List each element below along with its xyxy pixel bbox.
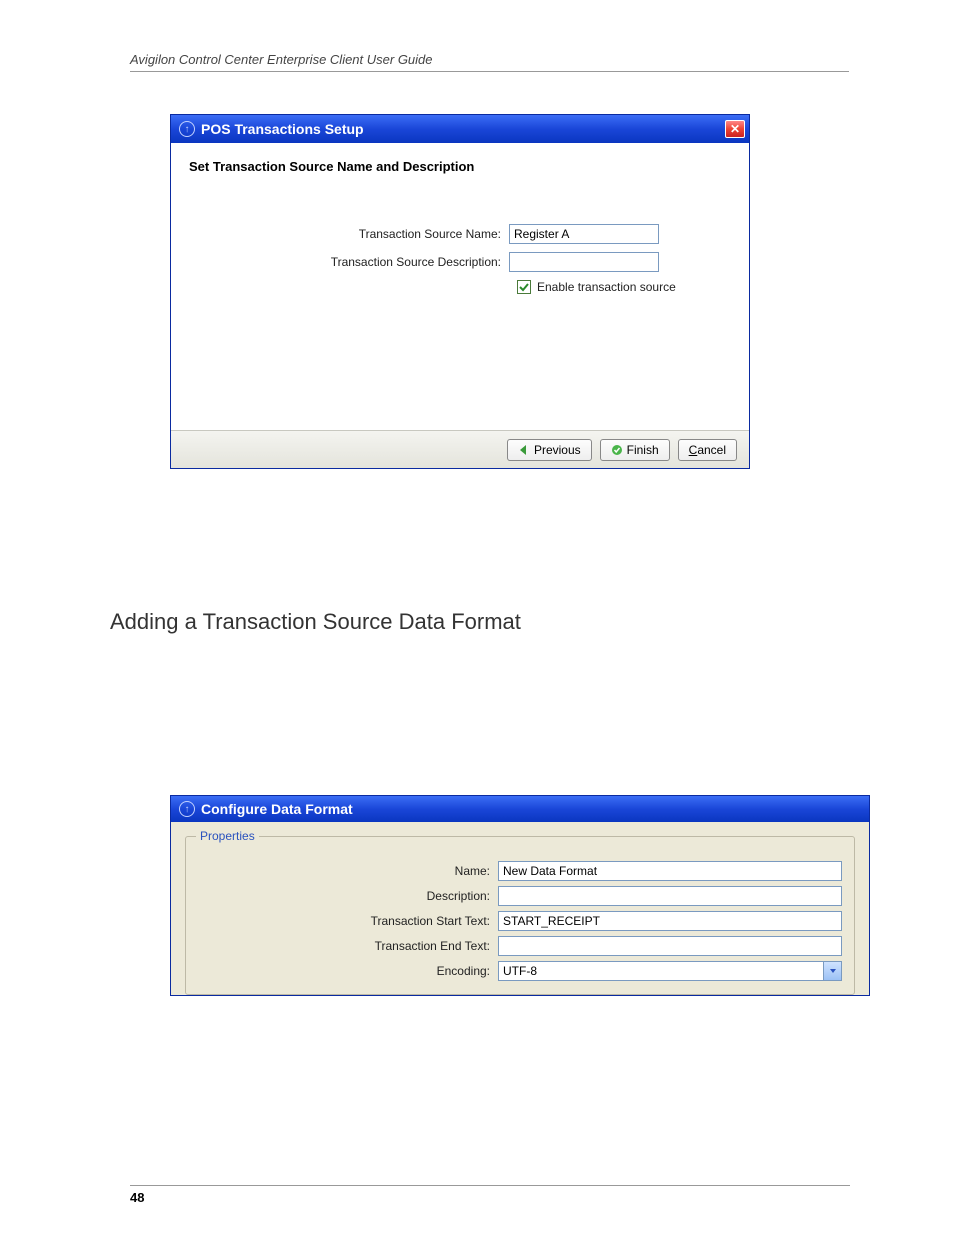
pos-transactions-dialog: ↑ POS Transactions Setup ✕ Set Transacti…: [170, 114, 750, 469]
properties-fieldset: Properties Name: Description: Transactio…: [185, 836, 855, 995]
dialog2-title: Configure Data Format: [201, 801, 865, 817]
arrow-left-icon: [518, 444, 530, 456]
previous-button[interactable]: Previous: [507, 439, 592, 461]
app-icon: ↑: [179, 121, 195, 137]
end-text-row: Transaction End Text:: [198, 936, 842, 956]
start-text-label: Transaction Start Text:: [198, 914, 498, 928]
source-name-row: Transaction Source Name:: [189, 224, 731, 244]
source-name-label: Transaction Source Name:: [189, 227, 509, 241]
enable-source-row: Enable transaction source: [517, 280, 731, 294]
button-bar: Previous Finish Cancel: [171, 430, 749, 468]
source-name-input[interactable]: [509, 224, 659, 244]
chevron-down-icon: [823, 962, 841, 980]
app-icon: ↑: [179, 801, 195, 817]
desc-label: Description:: [198, 889, 498, 903]
check-circle-icon: [611, 444, 623, 456]
configure-data-format-dialog: ↑ Configure Data Format Properties Name:…: [170, 795, 870, 996]
dialog-titlebar: ↑ POS Transactions Setup ✕: [171, 115, 749, 143]
check-icon: [519, 282, 529, 292]
dialog2-titlebar: ↑ Configure Data Format: [171, 796, 869, 822]
source-desc-input[interactable]: [509, 252, 659, 272]
cancel-button[interactable]: Cancel: [678, 439, 737, 461]
encoding-value: UTF-8: [499, 964, 823, 978]
form-area: Transaction Source Name: Transaction Sou…: [171, 180, 749, 430]
name-label: Name:: [198, 864, 498, 878]
desc-row: Description:: [198, 886, 842, 906]
enable-source-checkbox[interactable]: [517, 280, 531, 294]
page-header: Avigilon Control Center Enterprise Clien…: [130, 52, 849, 72]
start-text-row: Transaction Start Text:: [198, 911, 842, 931]
name-input[interactable]: [498, 861, 842, 881]
encoding-select[interactable]: UTF-8: [498, 961, 842, 981]
name-row: Name:: [198, 861, 842, 881]
start-text-input[interactable]: [498, 911, 842, 931]
source-desc-row: Transaction Source Description:: [189, 252, 731, 272]
source-desc-label: Transaction Source Description:: [189, 255, 509, 269]
end-text-input[interactable]: [498, 936, 842, 956]
dialog-title: POS Transactions Setup: [201, 121, 719, 137]
page-number: 48: [130, 1185, 850, 1205]
enable-source-label: Enable transaction source: [537, 280, 676, 294]
previous-button-label: Previous: [534, 443, 581, 457]
close-button[interactable]: ✕: [725, 120, 745, 138]
end-text-label: Transaction End Text:: [198, 939, 498, 953]
encoding-row: Encoding: UTF-8: [198, 961, 842, 981]
close-icon: ✕: [730, 122, 740, 136]
dialog-subheader: Set Transaction Source Name and Descript…: [171, 143, 749, 180]
finish-button[interactable]: Finish: [600, 439, 670, 461]
fieldset-legend: Properties: [196, 829, 259, 843]
finish-button-label: Finish: [627, 443, 659, 457]
encoding-label: Encoding:: [198, 964, 498, 978]
desc-input[interactable]: [498, 886, 842, 906]
section-heading: Adding a Transaction Source Data Format: [110, 609, 849, 635]
cancel-button-label: Cancel: [689, 443, 726, 457]
